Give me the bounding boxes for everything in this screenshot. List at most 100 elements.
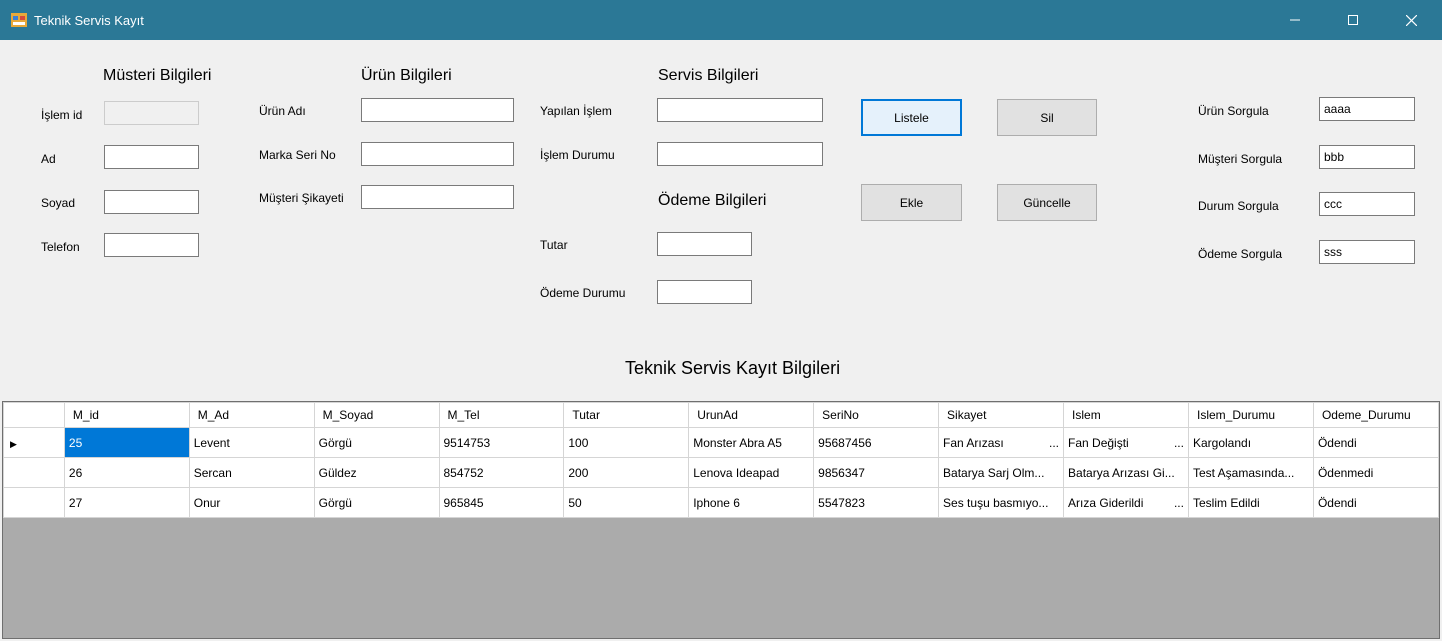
table-cell[interactable]: Teslim Edildi	[1187, 487, 1314, 518]
table-cell[interactable]: Fan Arızası...	[938, 427, 1065, 458]
table-cell[interactable]: 26	[63, 457, 190, 488]
table-cell[interactable]: Monster Abra A5	[688, 427, 815, 458]
table-cell[interactable]: Ödendi	[1312, 427, 1439, 458]
table-cell[interactable]: 27	[63, 487, 190, 518]
column-header-m-ad[interactable]: M_Ad	[188, 402, 315, 428]
column-header-m-id[interactable]: M_id	[63, 402, 190, 428]
grid-corner-cell[interactable]	[3, 402, 65, 428]
islem-id-label: İşlem id	[41, 108, 83, 122]
table-cell[interactable]: Test Aşamasında...	[1187, 457, 1314, 488]
records-grid[interactable]: M_id M_Ad M_Soyad M_Tel Tutar UrunAd Ser…	[2, 401, 1440, 639]
table-cell[interactable]: Ödendi	[1312, 487, 1439, 518]
listele-button[interactable]: Listele	[861, 99, 962, 136]
durum-sorgula-field[interactable]	[1319, 192, 1415, 216]
table-cell[interactable]: 9856347	[813, 457, 940, 488]
ekle-button[interactable]: Ekle	[861, 184, 962, 221]
maximize-icon	[1348, 15, 1358, 25]
table-cell[interactable]: Görgü	[313, 427, 440, 458]
table-cell[interactable]: Iphone 6	[688, 487, 815, 518]
records-table: M_id M_Ad M_Soyad M_Tel Tutar UrunAd Ser…	[3, 402, 1439, 518]
table-cell[interactable]: Görgü	[313, 487, 440, 518]
close-icon	[1405, 14, 1417, 26]
title-bar: Teknik Servis Kayıt	[0, 0, 1442, 40]
table-cell[interactable]: 50	[563, 487, 690, 518]
sikayet-label: Müşteri Şikayeti	[259, 191, 344, 205]
table-cell[interactable]: 25	[63, 427, 190, 458]
payment-section-title: Ödeme Bilgileri	[658, 192, 767, 209]
column-header-odeme-durumu[interactable]: Odeme_Durumu	[1312, 402, 1439, 428]
maximize-button[interactable]	[1330, 0, 1376, 40]
service-section-title: Servis Bilgileri	[658, 67, 759, 84]
table-cell[interactable]: 5547823	[813, 487, 940, 518]
cell-text: Fan Değişti	[1068, 435, 1129, 450]
cell-text: Fan Arızası	[943, 435, 1004, 450]
table-cell[interactable]: Ödenmedi	[1312, 457, 1439, 488]
table-cell[interactable]: Batarya Sarj Olm...	[938, 457, 1065, 488]
table-cell[interactable]: Batarya Arızası Gi...	[1063, 457, 1189, 488]
column-header-m-soyad[interactable]: M_Soyad	[313, 402, 440, 428]
table-cell[interactable]: Ses tuşu basmıyo...	[938, 487, 1065, 518]
table-cell[interactable]: 9514753	[438, 427, 565, 458]
windows-form-icon	[11, 13, 27, 27]
urun-sorgula-field[interactable]	[1319, 97, 1415, 121]
durum-sorgula-label: Durum Sorgula	[1198, 199, 1279, 213]
column-header-islem-durumu[interactable]: Islem_Durumu	[1187, 402, 1314, 428]
odeme-durumu-field[interactable]	[657, 280, 752, 304]
table-cell[interactable]: 95687456	[813, 427, 940, 458]
soyad-field[interactable]	[104, 190, 199, 214]
column-header-tutar[interactable]: Tutar	[563, 402, 690, 428]
odeme-sorgula-label: Ödeme Sorgula	[1198, 247, 1283, 261]
minimize-button[interactable]	[1272, 0, 1318, 40]
urun-adi-field[interactable]	[361, 98, 514, 122]
table-row[interactable]: ▶ 25 Levent Görgü 9514753 100 Monster Ab…	[3, 427, 1439, 458]
table-cell[interactable]: Lenova Ideapad	[688, 457, 815, 488]
cell-ellipsis: ...	[1173, 435, 1184, 450]
table-cell[interactable]: Güldez	[313, 457, 440, 488]
sil-button[interactable]: Sil	[997, 99, 1097, 136]
cell-ellipsis: ...	[1049, 435, 1060, 450]
table-cell[interactable]: 200	[563, 457, 690, 488]
row-header[interactable]	[3, 457, 65, 488]
column-header-urun-ad[interactable]: UrunAd	[688, 402, 815, 428]
sikayet-field[interactable]	[361, 185, 514, 209]
table-cell[interactable]: 100	[563, 427, 690, 458]
urun-adi-label: Ürün Adı	[259, 104, 306, 118]
row-header[interactable]	[3, 487, 65, 518]
column-header-sikayet[interactable]: Sikayet	[938, 402, 1065, 428]
row-header[interactable]: ▶	[3, 427, 65, 458]
ad-label: Ad	[41, 152, 56, 166]
current-row-arrow-icon: ▶	[10, 438, 17, 449]
table-row[interactable]: 27 Onur Görgü 965845 50 Iphone 6 5547823…	[3, 487, 1439, 518]
table-cell[interactable]: Kargolandı	[1187, 427, 1314, 458]
islem-id-field[interactable]	[104, 101, 199, 125]
column-header-m-tel[interactable]: M_Tel	[438, 402, 565, 428]
islem-durumu-label: İşlem Durumu	[540, 148, 615, 162]
minimize-icon	[1290, 19, 1300, 21]
table-cell[interactable]: Sercan	[188, 457, 315, 488]
islem-durumu-field[interactable]	[657, 142, 823, 166]
ad-field[interactable]	[104, 145, 199, 169]
table-cell[interactable]: Fan Değişti...	[1063, 427, 1189, 458]
table-cell[interactable]: Levent	[188, 427, 315, 458]
telefon-label: Telefon	[41, 240, 80, 254]
odeme-sorgula-field[interactable]	[1319, 240, 1415, 264]
tutar-field[interactable]	[657, 232, 752, 256]
marka-seri-field[interactable]	[361, 142, 514, 166]
telefon-field[interactable]	[104, 233, 199, 257]
column-header-seri-no[interactable]: SeriNo	[813, 402, 940, 428]
cell-ellipsis: ...	[1173, 495, 1184, 510]
yapilan-islem-field[interactable]	[657, 98, 823, 122]
table-cell[interactable]: 965845	[438, 487, 565, 518]
musteri-sorgula-field[interactable]	[1319, 145, 1415, 169]
musteri-sorgula-label: Müşteri Sorgula	[1198, 152, 1283, 166]
column-header-islem[interactable]: Islem	[1063, 402, 1189, 428]
grid-title: Teknik Servis Kayıt Bilgileri	[625, 358, 841, 378]
cell-text: Arıza Giderildi	[1068, 495, 1144, 510]
table-cell[interactable]: Onur	[188, 487, 315, 518]
table-row[interactable]: 26 Sercan Güldez 854752 200 Lenova Ideap…	[3, 457, 1439, 488]
grid-header-row: M_id M_Ad M_Soyad M_Tel Tutar UrunAd Ser…	[3, 402, 1439, 428]
close-button[interactable]	[1388, 0, 1434, 40]
table-cell[interactable]: 854752	[438, 457, 565, 488]
guncelle-button[interactable]: Güncelle	[997, 184, 1097, 221]
table-cell[interactable]: Arıza Giderildi...	[1063, 487, 1189, 518]
